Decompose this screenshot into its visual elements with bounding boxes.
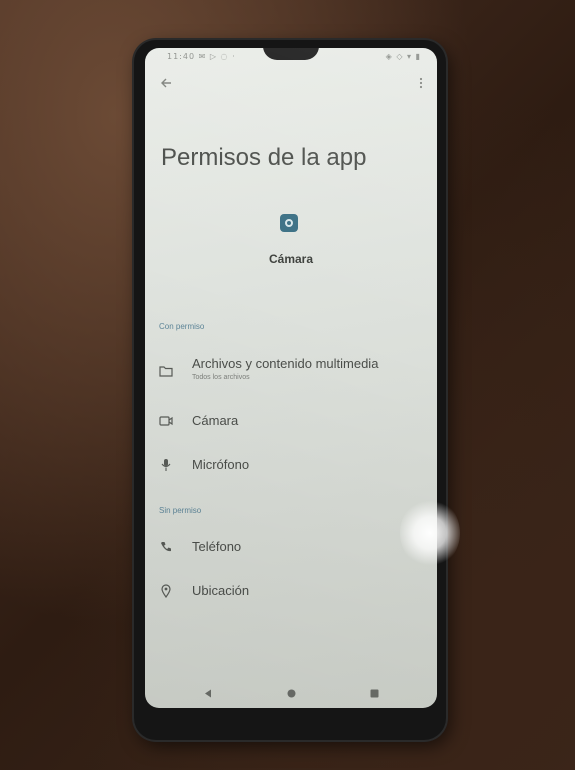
permission-label: Micrófono [192, 457, 250, 472]
permission-label: Ubicación [192, 583, 250, 598]
back-triangle-icon[interactable] [201, 686, 215, 700]
permission-row-camera[interactable]: Cámara [145, 404, 437, 440]
navigation-bar [145, 678, 437, 708]
camera-icon [157, 412, 175, 430]
microphone-icon [157, 456, 175, 474]
folder-icon [157, 362, 175, 380]
permission-row-files[interactable]: Archivos y contenido multimedia Todos lo… [145, 352, 437, 388]
permission-label: Teléfono [192, 539, 242, 554]
permission-row-microphone[interactable]: Micrófono [145, 448, 437, 484]
location-icon [157, 582, 175, 600]
app-name: Cámara [268, 252, 314, 266]
permission-row-phone[interactable]: Teléfono [145, 530, 437, 566]
recents-square-icon[interactable] [367, 686, 381, 700]
status-bar: 11:40 ✉ ▷ ◌ · ◈ ◇ ▾ ▮ [145, 48, 437, 66]
section-header-denied: Sin permiso [159, 506, 202, 515]
page-title: Permisos de la app [161, 144, 367, 171]
section-header-allowed: Con permiso [159, 322, 205, 331]
permission-row-location[interactable]: Ubicación [145, 574, 437, 610]
overflow-menu-icon[interactable] [419, 76, 423, 93]
home-circle-icon[interactable] [284, 686, 298, 700]
status-right: ◈ ◇ ▾ ▮ [385, 52, 421, 61]
permission-sublabel: Todos los archivos [192, 374, 250, 381]
permission-label: Cámara [192, 413, 239, 428]
camera-app-icon [280, 214, 298, 232]
phone-icon [157, 538, 175, 556]
phone-screen: 11:40 ✉ ▷ ◌ · ◈ ◇ ▾ ▮ Permisos de la app… [145, 48, 437, 708]
permission-label: Archivos y contenido multimedia [192, 356, 379, 371]
status-left: 11:40 ✉ ▷ ◌ · [167, 52, 236, 61]
back-arrow-icon[interactable] [159, 76, 173, 90]
